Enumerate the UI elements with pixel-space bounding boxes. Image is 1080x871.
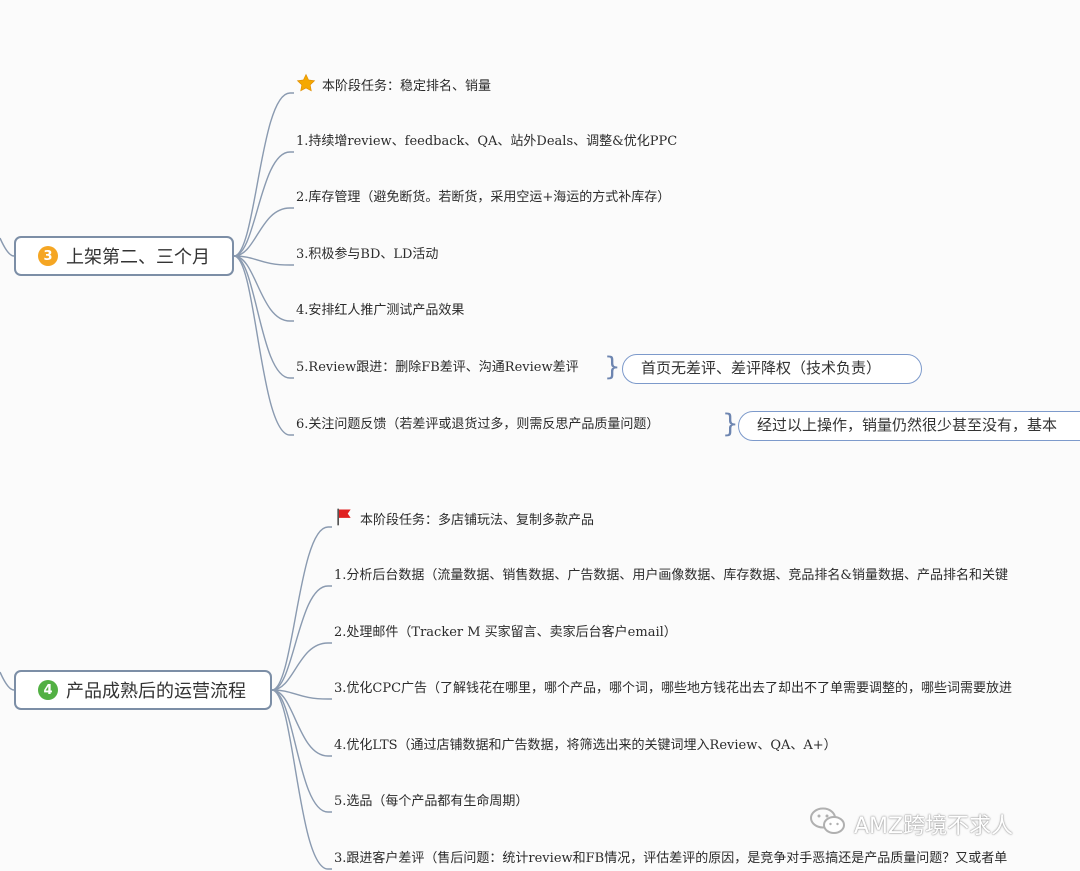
- root-link-section4: [0, 671, 15, 691]
- section3-item-task[interactable]: 本阶段任务：稳定排名、销量: [296, 73, 492, 94]
- section4-links: [271, 526, 332, 870]
- callout-text: 首页无差评、差评降权（技术负责）: [641, 359, 882, 377]
- section4-link-5: [271, 689, 332, 813]
- section4-item-text: 3.跟进客户差评（售后问题：统计review和FB情况，评估差评的原因，是竞争对…: [334, 851, 1008, 866]
- summary-brace: }: [722, 409, 739, 439]
- section4-item-4[interactable]: 4.优化LTS（通过店铺数据和广告数据，将筛选出来的关键词埋入Review、QA…: [334, 736, 837, 756]
- section3-item-5[interactable]: 5.Review跟进：删除FB差评、沟通Review差评: [296, 358, 579, 378]
- section4-item-text: 5.选品（每个产品都有生命周期）: [334, 794, 529, 809]
- section3-link-6: [233, 255, 294, 436]
- section3-link-0: [233, 92, 294, 257]
- summary-brace: }: [604, 352, 621, 382]
- section3-item-text: 6.关注问题反馈（若差评或退货过多，则需反思产品质量问题）: [296, 417, 660, 432]
- mind-map-canvas: 3 上架第二、三个月 本阶段任务：稳定排名、销量 1.持续增review、fee…: [0, 0, 1080, 871]
- root-link-section3: [0, 237, 15, 257]
- section3-link-5: [233, 255, 294, 379]
- section4-item-6[interactable]: 3.跟进客户差评（售后问题：统计review和FB情况，评估差评的原因，是竞争对…: [334, 849, 1007, 869]
- section3-item-text: 1.持续增review、feedback、QA、站外Deals、调整&优化PPC: [296, 134, 678, 149]
- section4-item-3[interactable]: 3.优化CPC广告（了解钱花在哪里，哪个产品，哪个词，哪些地方钱花出去了却出不了…: [334, 679, 1012, 699]
- branch-node-section4[interactable]: 4 产品成熟后的运营流程: [14, 670, 272, 710]
- section3-links: [233, 92, 294, 436]
- star-icon: [296, 73, 316, 100]
- section4-link-0: [271, 526, 332, 691]
- watermark-text: AMZ跨境不求人: [854, 814, 1014, 839]
- section4-link-1: [271, 585, 332, 691]
- section4-item-task[interactable]: 本阶段任务：多店铺玩法、复制多款产品: [334, 507, 595, 528]
- section4-item-2[interactable]: 2.处理邮件（Tracker M 买家留言、卖家后台客户email）: [334, 623, 677, 643]
- section3-item-text: 2.库存管理（避免断货。若断货，采用空运+海运的方式补库存）: [296, 190, 671, 205]
- wechat-icon: [808, 806, 848, 842]
- section4-item-text: 本阶段任务：多店铺玩法、复制多款产品: [360, 513, 595, 528]
- callout-bubble-feedback[interactable]: 经过以上操作，销量仍然很少甚至没有，基本: [738, 411, 1080, 441]
- section3-item-1[interactable]: 1.持续增review、feedback、QA、站外Deals、调整&优化PPC: [296, 132, 677, 152]
- number-badge-3: 3: [38, 246, 58, 266]
- section4-item-5[interactable]: 5.选品（每个产品都有生命周期）: [334, 792, 528, 812]
- branch-title-section3: 上架第二、三个月: [66, 247, 210, 268]
- section4-item-text: 3.优化CPC广告（了解钱花在哪里，哪个产品，哪个词，哪些地方钱花出去了却出不了…: [334, 681, 1013, 696]
- watermark: AMZ跨境不求人: [808, 806, 1013, 842]
- section4-item-1[interactable]: 1.分析后台数据（流量数据、销售数据、广告数据、用户画像数据、库存数据、竞品排名…: [334, 566, 1008, 586]
- section3-link-1: [233, 151, 294, 257]
- section3-item-3[interactable]: 3.积极参与BD、LD活动: [296, 245, 438, 265]
- branch-title-section4: 产品成熟后的运营流程: [66, 681, 246, 702]
- section3-item-2[interactable]: 2.库存管理（避免断货。若断货，采用空运+海运的方式补库存）: [296, 188, 670, 208]
- flag-icon: [334, 507, 354, 534]
- section4-item-text: 2.处理邮件（Tracker M 买家留言、卖家后台客户email）: [334, 625, 677, 640]
- number-badge-4: 4: [38, 680, 58, 700]
- callout-bubble-review[interactable]: 首页无差评、差评降权（技术负责）: [622, 354, 922, 384]
- callout-text: 经过以上操作，销量仍然很少甚至没有，基本: [757, 416, 1058, 434]
- section3-item-4[interactable]: 4.安排红人推广测试产品效果: [296, 301, 464, 321]
- section3-item-text: 3.积极参与BD、LD活动: [296, 247, 439, 262]
- section3-item-6[interactable]: 6.关注问题反馈（若差评或退货过多，则需反思产品质量问题）: [296, 415, 659, 435]
- branch-node-section3[interactable]: 3 上架第二、三个月: [14, 236, 234, 276]
- section3-item-text: 5.Review跟进：删除FB差评、沟通Review差评: [296, 360, 579, 375]
- section4-item-text: 1.分析后台数据（流量数据、销售数据、广告数据、用户画像数据、库存数据、竞品排名…: [334, 568, 1008, 583]
- section3-item-text: 4.安排红人推广测试产品效果: [296, 303, 465, 318]
- section4-item-text: 4.优化LTS（通过店铺数据和广告数据，将筛选出来的关键词埋入Review、QA…: [334, 738, 837, 753]
- section3-item-text: 本阶段任务：稳定排名、销量: [322, 79, 492, 94]
- section4-link-6: [271, 689, 332, 870]
